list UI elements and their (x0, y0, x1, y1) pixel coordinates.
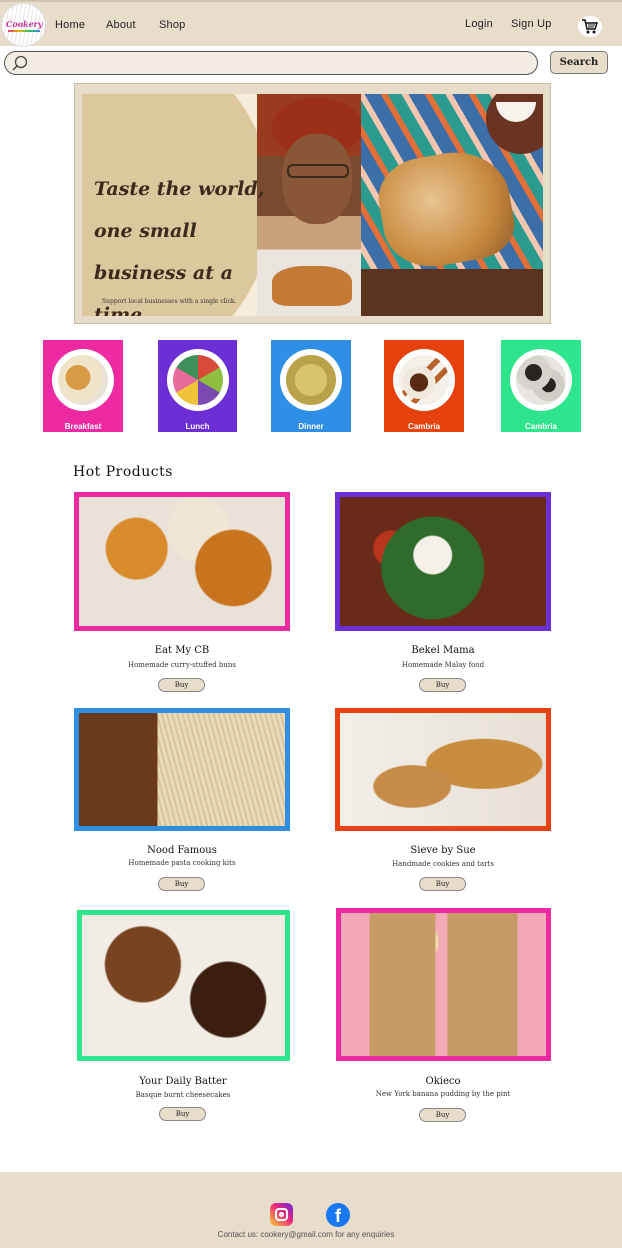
product-description: Handmade cookies and tarts (392, 860, 494, 868)
login-link[interactable]: Login (465, 18, 493, 30)
buy-button[interactable]: Buy (419, 1108, 466, 1122)
hero-left-panel: Taste the world, one small business at a… (82, 94, 361, 316)
hero-title: Taste the world, one small business at a… (94, 168, 274, 316)
hero-right-image (361, 94, 543, 316)
search-button[interactable]: Search (550, 51, 608, 74)
top-navbar: Cookery Home About Shop Login Sign Up (0, 0, 622, 47)
product-image-sieve-by-sue[interactable] (335, 708, 551, 831)
category-breakfast[interactable]: Breakfast (43, 340, 123, 432)
category-dinner[interactable]: Dinner (271, 340, 351, 432)
category-plate-image (167, 349, 229, 411)
footer: f Contact us: cookery@gmail.com for any … (0, 1172, 622, 1248)
product-description: Homemade Malay food (401, 661, 485, 669)
hero-wrap-shape (372, 143, 520, 275)
product-name[interactable]: Sieve by Sue (335, 845, 551, 856)
nav-link-shop[interactable]: Shop (159, 19, 186, 31)
category-cambria-1[interactable]: Cambria (384, 340, 464, 432)
category-cambria-2[interactable]: Cambria (501, 340, 581, 432)
search-input[interactable] (33, 54, 528, 72)
category-label: Breakfast (64, 422, 102, 431)
product-name[interactable]: Bekel Mama (335, 645, 551, 656)
product-description: Basque burnt cheesecakes (135, 1091, 231, 1099)
nav-link-home[interactable]: Home (55, 19, 85, 31)
logo-color-bar (8, 30, 40, 32)
hero-subtitle: Support local businesses with a single c… (102, 298, 237, 305)
category-label: Lunch (185, 422, 210, 431)
hero-title-line-3: business at a time (94, 262, 233, 316)
product-image-bekel-mama[interactable] (335, 492, 551, 631)
product-image-nood-famous[interactable] (74, 708, 290, 831)
product-description: Homemade curry-stuffed buns (127, 661, 237, 669)
search-bar (4, 51, 538, 75)
cart-icon[interactable] (578, 16, 602, 37)
hero-face-shape (282, 134, 352, 224)
hot-products-title: Hot Products (73, 464, 173, 480)
product-name[interactable]: Okieco (335, 1076, 551, 1087)
hero-banner: Taste the world, one small business at a… (74, 83, 551, 324)
product-image-eat-my-cb[interactable] (74, 492, 290, 631)
hero-food-shape (272, 266, 352, 306)
hero-title-line-1: Taste the world, (94, 178, 265, 200)
category-plate-image (52, 349, 114, 411)
product-image-okieco[interactable] (336, 908, 551, 1061)
category-plate-image (280, 349, 342, 411)
product-name[interactable]: Eat My CB (74, 645, 290, 656)
product-description: New York banana pudding by the pint (375, 1090, 511, 1098)
cookery-logo[interactable]: Cookery (1, 3, 46, 47)
hero-hand-shape (361, 269, 543, 316)
product-name[interactable]: Your Daily Batter (75, 1076, 291, 1087)
search-icon (12, 55, 28, 71)
buy-button[interactable]: Buy (158, 877, 205, 891)
facebook-icon[interactable]: f (326, 1203, 350, 1227)
hero-title-line-2: one small (94, 220, 197, 242)
category-label: Cambria (524, 422, 557, 431)
buy-button[interactable]: Buy (419, 877, 466, 891)
logo-text: Cookery (6, 19, 43, 29)
instagram-icon[interactable] (270, 1203, 293, 1226)
nav-link-about[interactable]: About (106, 19, 136, 31)
category-plate-image (393, 349, 455, 411)
category-label: Cambria (407, 422, 440, 431)
product-image-your-daily-batter[interactable] (77, 910, 290, 1061)
hero-glasses-shape (287, 164, 349, 178)
category-plate-image (510, 349, 572, 411)
category-lunch[interactable]: Lunch (158, 340, 237, 432)
instagram-icon-lens (279, 1212, 284, 1217)
product-description: Homemade pasta cooking kits (128, 859, 236, 867)
category-label: Dinner (298, 422, 324, 431)
product-name[interactable]: Nood Famous (74, 845, 290, 856)
buy-button[interactable]: Buy (159, 1107, 206, 1121)
signup-link[interactable]: Sign Up (511, 18, 552, 30)
contact-text: Contact us: cookery@gmail.com for any en… (217, 1230, 395, 1239)
buy-button[interactable]: Buy (419, 678, 466, 692)
buy-button[interactable]: Buy (158, 678, 205, 692)
